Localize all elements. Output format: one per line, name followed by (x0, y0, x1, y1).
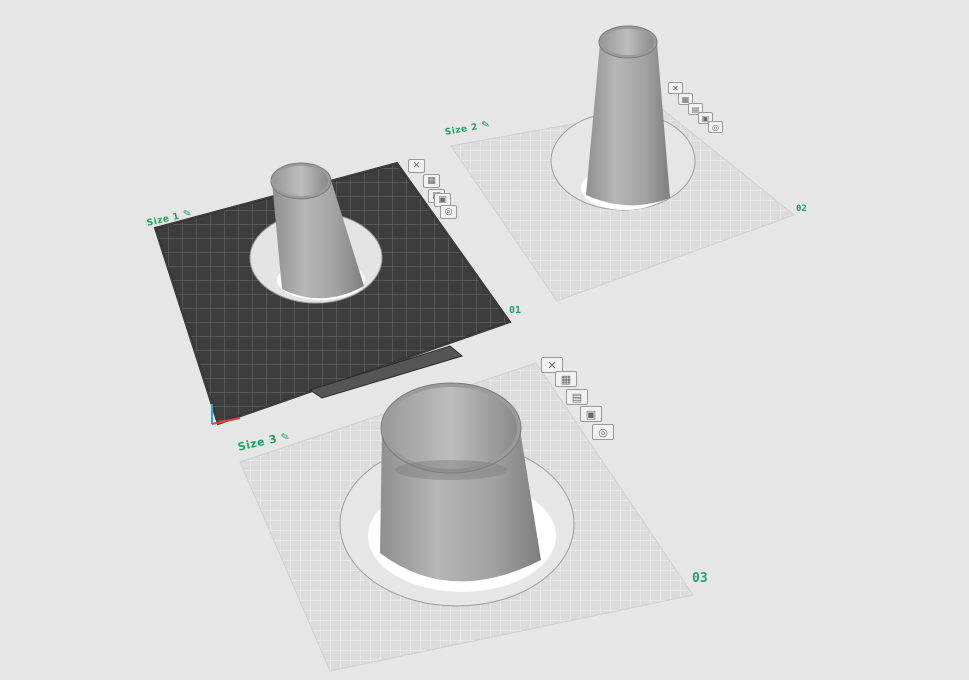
plate-2-number: 02 (796, 204, 807, 214)
auto-arrange-icon[interactable]: ▦ (423, 174, 440, 188)
edit-icon[interactable]: ✎ (481, 119, 492, 131)
settings-icon[interactable]: ◎ (708, 121, 723, 133)
settings-icon[interactable]: ◎ (440, 205, 457, 219)
orient-icon[interactable]: ▤ (566, 389, 588, 405)
close-icon[interactable]: ✕ (408, 159, 425, 173)
plate-1-number: 01 (509, 305, 522, 316)
lock-icon[interactable]: ▣ (580, 406, 602, 422)
settings-icon[interactable]: ◎ (592, 424, 614, 440)
auto-arrange-icon[interactable]: ▦ (555, 371, 577, 387)
plate-2[interactable] (450, 25, 796, 302)
plate-3-number: 03 (692, 571, 708, 586)
3d-viewport[interactable] (0, 0, 969, 680)
plate-3[interactable] (239, 362, 694, 672)
